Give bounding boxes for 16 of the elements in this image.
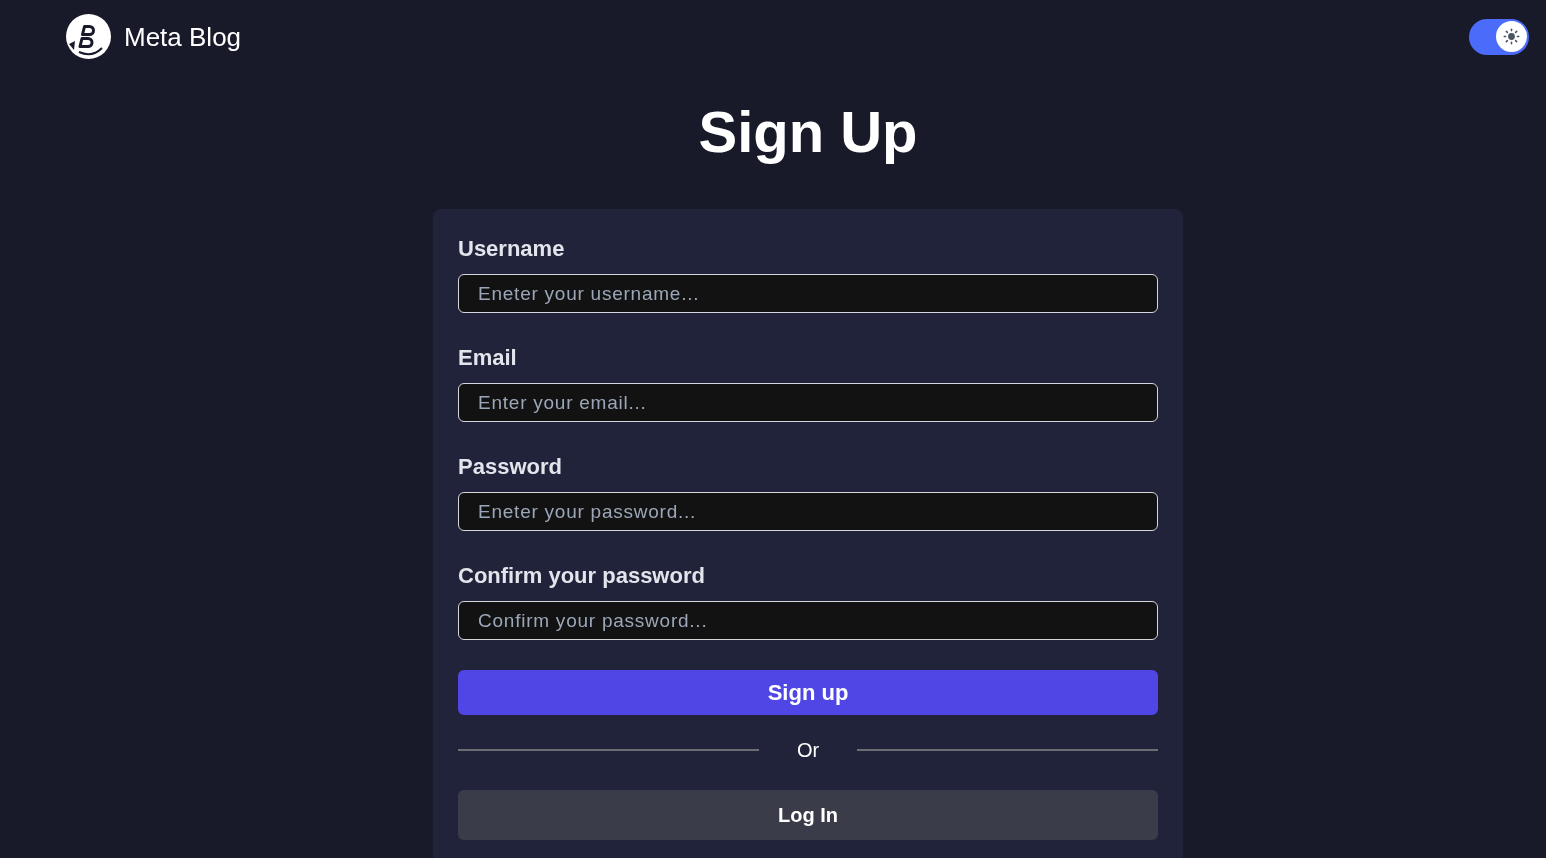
sun-icon <box>1496 21 1527 52</box>
input-field[interactable]: Eneter your username... <box>458 274 1158 313</box>
field-label: Username <box>458 236 565 262</box>
logo-icon <box>66 14 111 59</box>
input-field[interactable]: Enter your email... <box>458 383 1158 422</box>
input-field[interactable]: Eneter your password... <box>458 492 1158 531</box>
brand-name: Meta Blog <box>124 21 242 52</box>
theme-toggle[interactable] <box>1469 18 1529 55</box>
log-in-button[interactable]: Log In <box>458 790 1158 840</box>
divider-text: Or <box>796 738 820 762</box>
input-field[interactable]: Confirm your password... <box>458 601 1158 640</box>
sign-up-button[interactable]: Sign up <box>458 670 1158 715</box>
field-label: Password <box>458 454 562 480</box>
field-label: Confirm your password <box>458 563 705 589</box>
field-label: Email <box>458 345 517 371</box>
page-title: Sign Up <box>698 99 918 165</box>
